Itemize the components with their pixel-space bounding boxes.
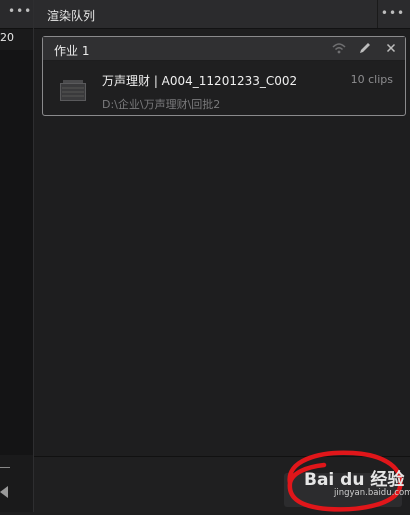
watermark-url: jingyan.baidu.com: [334, 488, 410, 498]
job-card-header: 作业 1: [43, 37, 405, 61]
job-path: D:\企业\万声理财\回批2: [102, 98, 221, 111]
job-clip-count: 10 clips: [350, 73, 393, 86]
job-title: 作业 1: [54, 44, 90, 58]
job-card[interactable]: 作业 1 万声理财 | A004_11201233_C002 D:\企业\万声理…: [42, 36, 406, 116]
left-panel-content: [0, 50, 33, 455]
app-window: ••• 20 渲染队列 ••• 作业 1 万声理财 | A004_1120123…: [0, 0, 410, 513]
left-panel: ••• 20: [0, 0, 34, 512]
left-panel-fragment-text: 20: [0, 31, 14, 44]
job-card-body: 万声理财 | A004_11201233_C002 D:\企业\万声理财\回批2…: [43, 61, 405, 115]
render-queue-menu-button[interactable]: •••: [377, 0, 408, 28]
render-queue-footer: Bai du 经验 jingyan.baidu.com: [34, 450, 410, 513]
watermark-logo: Bai du 经验: [304, 470, 405, 490]
render-queue-title: 渲染队列: [47, 9, 96, 23]
close-icon[interactable]: [383, 40, 399, 56]
render-queue-panel: 渲染队列 ••• 作业 1 万声理财 | A004_11201233_C002 …: [34, 0, 410, 513]
left-panel-divider: [0, 467, 10, 468]
clip-thumbnail-icon: [60, 79, 86, 105]
render-queue-header: 渲染队列 •••: [34, 0, 410, 29]
baidu-watermark: Bai du 经验 jingyan.baidu.com: [304, 465, 410, 498]
job-actions: [331, 40, 399, 56]
wifi-icon[interactable]: [331, 40, 347, 56]
pencil-icon[interactable]: [357, 40, 373, 56]
left-panel-header: •••: [0, 0, 33, 29]
play-reverse-icon[interactable]: [0, 486, 8, 498]
job-name: 万声理财 | A004_11201233_C002: [102, 74, 298, 88]
left-panel-menu-button[interactable]: •••: [8, 4, 32, 18]
